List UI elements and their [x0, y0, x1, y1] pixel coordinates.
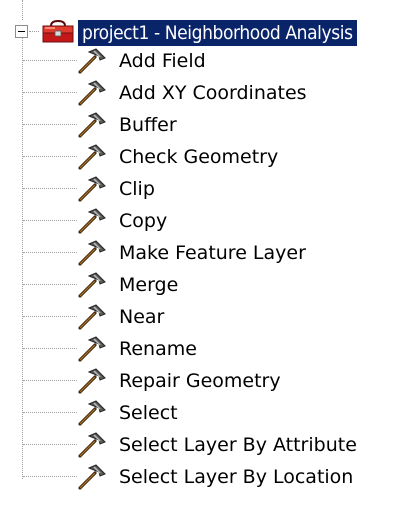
- hammer-icon: [78, 80, 106, 106]
- tool-item[interactable]: Add XY Coordinates: [0, 77, 399, 109]
- tree-connector: [23, 316, 77, 317]
- toolbox-node[interactable]: project1 - Neighborhood Analysis: [0, 20, 399, 46]
- tool-item[interactable]: Rename: [0, 333, 399, 365]
- tree-connector: [23, 252, 77, 253]
- tool-label: Add XY Coordinates: [119, 82, 307, 104]
- hammer-icon: [78, 464, 106, 490]
- toolbox-tree: project1 - Neighborhood Analysis Add Fie…: [0, 0, 399, 505]
- tool-item[interactable]: Make Feature Layer: [0, 237, 399, 269]
- tool-label: Add Field: [119, 50, 206, 72]
- tool-item[interactable]: Near: [0, 301, 399, 333]
- tree-connector: [23, 348, 77, 349]
- tree-connector: [23, 284, 77, 285]
- tool-label: Make Feature Layer: [119, 242, 306, 264]
- tree-connector: [29, 31, 39, 32]
- tool-label: Clip: [119, 178, 155, 200]
- tool-label: Merge: [119, 274, 179, 296]
- tool-item[interactable]: Select Layer By Attribute: [0, 429, 399, 461]
- tool-item[interactable]: Select Layer By Location: [0, 461, 399, 493]
- tool-item[interactable]: Merge: [0, 269, 399, 301]
- hammer-icon: [78, 240, 106, 266]
- tool-item[interactable]: Check Geometry: [0, 141, 399, 173]
- tool-item[interactable]: Select: [0, 397, 399, 429]
- tree-connector: [23, 220, 77, 221]
- tree-connector: [23, 92, 77, 93]
- tool-label: Check Geometry: [119, 146, 279, 168]
- tree-connector: [23, 188, 77, 189]
- toolbox-label[interactable]: project1 - Neighborhood Analysis: [78, 20, 357, 46]
- hammer-icon: [78, 400, 106, 426]
- tree-connector: [23, 156, 77, 157]
- tool-item[interactable]: Add Field: [0, 45, 399, 77]
- hammer-icon: [78, 272, 106, 298]
- hammer-icon: [78, 48, 106, 74]
- hammer-icon: [78, 368, 106, 394]
- tree-guide-line-top: [22, 0, 23, 20]
- tool-label: Copy: [119, 210, 168, 232]
- tree-connector: [23, 412, 77, 413]
- tree-connector: [23, 476, 77, 477]
- tool-label: Repair Geometry: [119, 370, 281, 392]
- tool-item[interactable]: Buffer: [0, 109, 399, 141]
- tool-item[interactable]: Clip: [0, 173, 399, 205]
- tree-connector: [23, 60, 77, 61]
- tool-label: Select: [119, 402, 178, 424]
- hammer-icon: [78, 432, 106, 458]
- tool-label: Near: [119, 306, 165, 328]
- tool-label: Rename: [119, 338, 197, 360]
- hammer-icon: [78, 304, 106, 330]
- tool-label: Select Layer By Attribute: [119, 434, 357, 456]
- collapse-toggle-icon[interactable]: [15, 25, 28, 38]
- tree-connector: [23, 444, 77, 445]
- tree-connector: [23, 380, 77, 381]
- hammer-icon: [78, 336, 106, 362]
- tree-connector: [23, 124, 77, 125]
- toolbox-icon: [42, 20, 74, 43]
- tool-label: Select Layer By Location: [119, 466, 354, 488]
- tool-item[interactable]: Copy: [0, 205, 399, 237]
- tool-label: Buffer: [119, 114, 177, 136]
- hammer-icon: [78, 112, 106, 138]
- hammer-icon: [78, 144, 106, 170]
- hammer-icon: [78, 176, 106, 202]
- tool-item[interactable]: Repair Geometry: [0, 365, 399, 397]
- hammer-icon: [78, 208, 106, 234]
